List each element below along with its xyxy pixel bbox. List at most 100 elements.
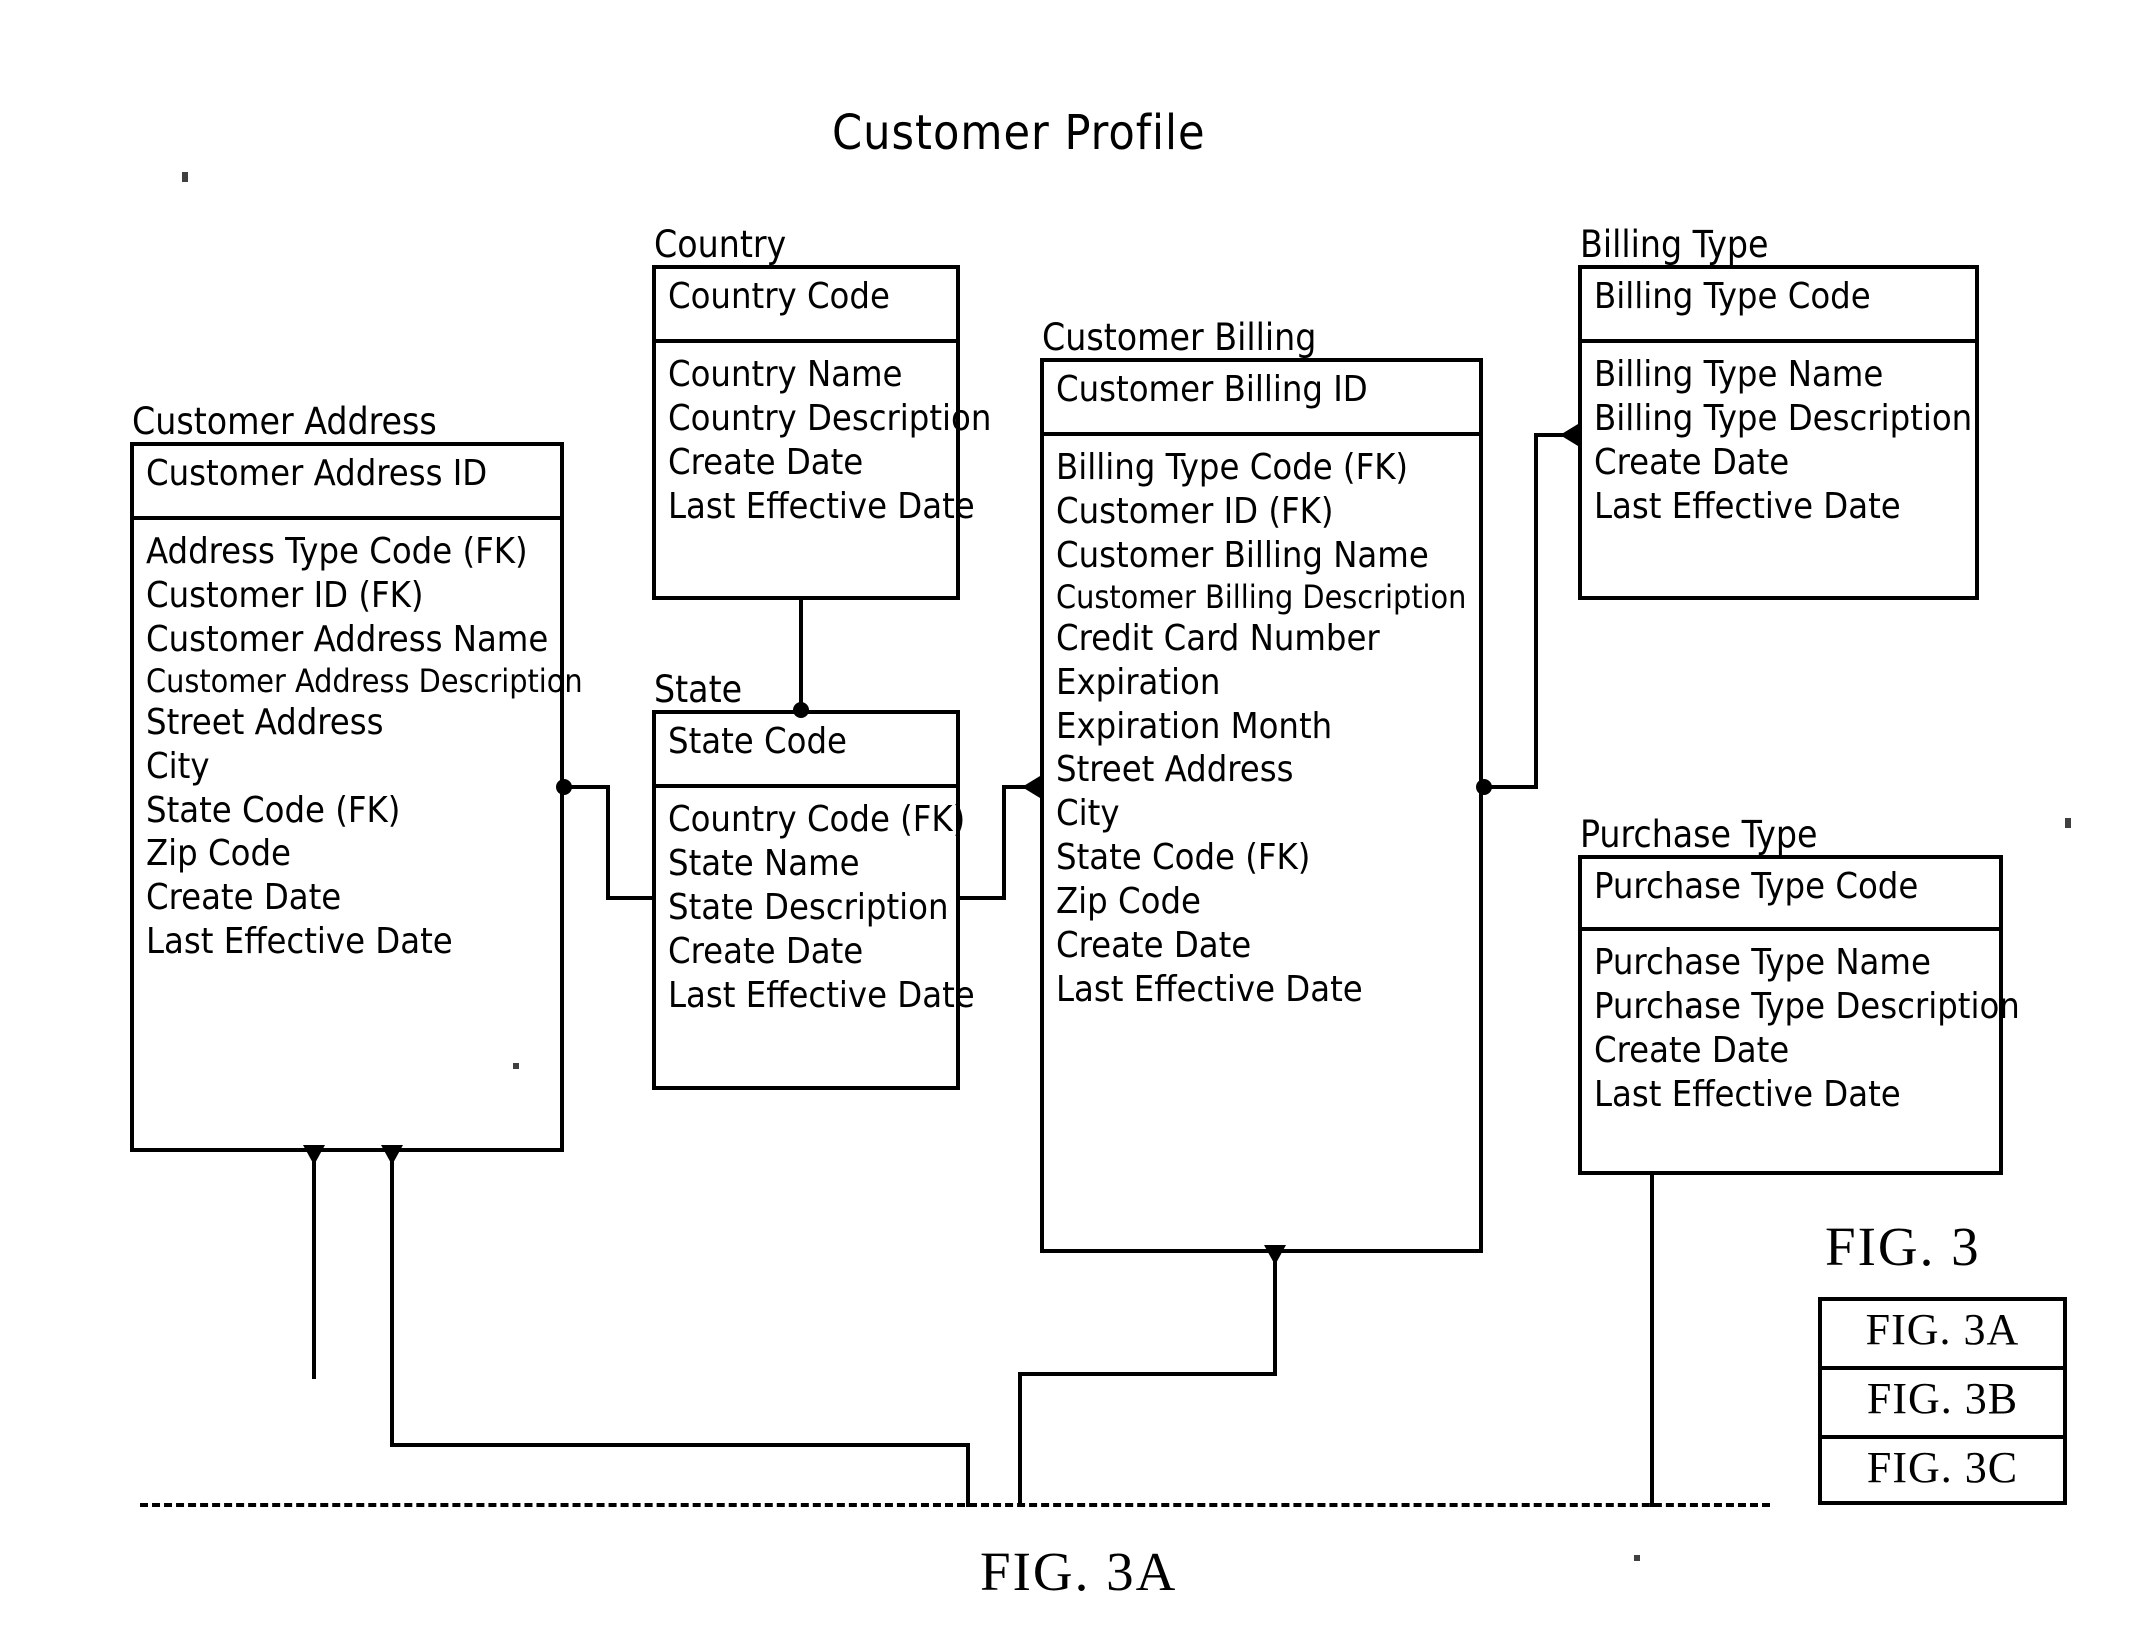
connector-billing-down (1273, 1252, 1277, 1376)
entity-box-state: State Code Country Code (FK) State Name … (652, 710, 975, 1090)
attr-field: Country Name (668, 354, 903, 395)
attr-field: Country Description (668, 397, 992, 439)
pk-section-customer-billing: Customer Billing ID (1044, 362, 1479, 436)
pk-section-billing-type: Billing Type Code (1582, 269, 1975, 343)
attr-field: Create Date (668, 930, 864, 972)
attr-section-customer-billing: Billing Type Code (FK) Customer ID (FK) … (1044, 436, 1479, 1249)
attr-field: Last Effective Date (668, 485, 975, 527)
connector-billing-down (1018, 1372, 1022, 1507)
attr-field: Create Date (1594, 441, 1790, 483)
connector-arrow-icon (1560, 424, 1578, 446)
attr-field: Last Effective Date (668, 974, 975, 1016)
connector-address-to-state (564, 785, 610, 789)
scan-speckle (1634, 1555, 1640, 1561)
page-boundary-line (140, 1503, 1770, 1507)
attr-field: Billing Type Name (1594, 354, 1884, 395)
connector-state-to-billing (1002, 785, 1006, 900)
pk-field: Billing Type Code (1594, 276, 1871, 317)
pk-field: Purchase Type Code (1594, 866, 1919, 907)
attr-field: Customer Billing Description (1056, 577, 1467, 616)
attr-field: Last Effective Date (1594, 485, 1901, 527)
scan-speckle (182, 172, 188, 182)
attr-field: Last Effective Date (146, 921, 453, 963)
connector-address-to-billing-lower (390, 1152, 394, 1447)
attr-field: Last Effective Date (1056, 969, 1363, 1010)
entity-label-state: State (654, 668, 743, 711)
pk-section-state: State Code (656, 714, 956, 788)
attr-field: Create Date (1056, 925, 1252, 967)
attr-field: Purchase Type Name (1594, 942, 1931, 983)
entity-country[interactable]: Country Country Code Country Name Countr… (652, 226, 992, 600)
attr-field: Purchase Type Description (1594, 985, 2020, 1027)
pk-field: State Code (668, 721, 847, 762)
attr-field: Zip Code (1056, 881, 1201, 923)
pk-field: Customer Billing ID (1056, 369, 1368, 410)
entity-state[interactable]: State State Code Country Code (FK) State… (652, 671, 975, 1090)
connector-billing-down (1018, 1372, 1277, 1376)
entity-label-customer-address: Customer Address (132, 400, 437, 443)
pk-field: Country Code (668, 276, 890, 317)
attr-field: Billing Type Code (FK) (1056, 447, 1409, 488)
connector-address-to-billing-lower (966, 1443, 970, 1507)
attr-field: State Description (668, 886, 949, 928)
diagram-title: Customer Profile (832, 105, 1206, 161)
attr-field: Address Type Code (FK) (146, 531, 528, 572)
pk-section-purchase-type: Purchase Type Code (1582, 859, 1999, 931)
connector-purchase-type-down (1650, 1175, 1654, 1507)
connector-address-to-state (606, 896, 656, 900)
attr-field: Expiration Month (1056, 705, 1333, 747)
entity-box-billing-type: Billing Type Code Billing Type Name Bill… (1578, 265, 1979, 600)
figure-key-caption: FIG. 3 (1825, 1216, 1981, 1277)
attr-field: Street Address (146, 701, 384, 743)
attr-field: Create Date (668, 441, 864, 483)
attr-field: Zip Code (146, 833, 291, 875)
entity-box-customer-address: Customer Address ID Address Type Code (F… (130, 442, 583, 1152)
figure-sheet-key: FIG. 3A FIG. 3B FIG. 3C (1818, 1297, 2067, 1505)
entity-label-customer-billing: Customer Billing (1042, 316, 1317, 359)
scan-speckle (2065, 818, 2071, 828)
entity-label-purchase-type: Purchase Type (1580, 813, 1818, 856)
figure-key-row[interactable]: FIG. 3C (1822, 1439, 2063, 1505)
entity-customer-billing[interactable]: Customer Billing Customer Billing ID Bil… (1040, 319, 1483, 1253)
connector-endpoint-dot (793, 702, 809, 718)
attr-field: Customer Address Name (146, 618, 549, 660)
pk-section-country: Country Code (656, 269, 956, 343)
attr-field: Customer Address Description (146, 661, 583, 700)
attr-field: Credit Card Number (1056, 617, 1380, 659)
attr-field: State Name (668, 842, 860, 884)
attr-section-state: Country Code (FK) State Name State Descr… (656, 788, 975, 1086)
connector-billing-to-billing-type (1483, 785, 1538, 789)
connector-address-to-billing-lower (390, 1443, 970, 1447)
connector-address-down (312, 1152, 316, 1379)
attr-field: Street Address (1056, 749, 1294, 791)
pk-field: Customer Address ID (146, 453, 488, 494)
entity-label-billing-type: Billing Type (1580, 223, 1769, 266)
entity-box-country: Country Code Country Name Country Descri… (652, 265, 992, 600)
attr-field: City (1056, 793, 1120, 835)
figure-key-row[interactable]: FIG. 3A (1822, 1301, 2063, 1370)
attr-field: State Code (FK) (1056, 837, 1311, 879)
connector-arrow-icon (1022, 776, 1040, 798)
attr-field: Customer Billing Name (1056, 534, 1429, 576)
figure-key-row[interactable]: FIG. 3B (1822, 1370, 2063, 1439)
attr-field: Expiration (1056, 661, 1221, 703)
attr-field: Create Date (146, 877, 342, 919)
attr-field: Last Effective Date (1594, 1073, 1901, 1115)
connector-billing-to-billing-type (1534, 433, 1538, 789)
connector-country-to-state (799, 600, 803, 712)
entity-purchase-type[interactable]: Purchase Type Purchase Type Code Purchas… (1578, 816, 2020, 1175)
attr-section-country: Country Name Country Description Create … (656, 343, 992, 596)
attr-field: Country Code (FK) (668, 799, 966, 840)
attr-section-purchase-type: Purchase Type Name Purchase Type Descrip… (1582, 931, 2020, 1171)
attr-field: Create Date (1594, 1029, 1790, 1071)
connector-state-to-billing (956, 896, 1006, 900)
entity-customer-address[interactable]: Customer Address Customer Address ID Add… (130, 403, 583, 1152)
scan-speckle (1686, 1008, 1691, 1013)
attr-field: Customer ID (FK) (1056, 490, 1334, 532)
connector-address-to-state (606, 785, 610, 900)
attr-section-customer-address: Address Type Code (FK) Customer ID (FK) … (134, 520, 583, 1148)
pk-section-customer-address: Customer Address ID (134, 446, 560, 520)
entity-box-customer-billing: Customer Billing ID Billing Type Code (F… (1040, 358, 1483, 1253)
figure-canvas: Customer Profile Customer Address Custom… (0, 0, 2140, 1651)
entity-billing-type[interactable]: Billing Type Billing Type Code Billing T… (1578, 226, 1979, 600)
